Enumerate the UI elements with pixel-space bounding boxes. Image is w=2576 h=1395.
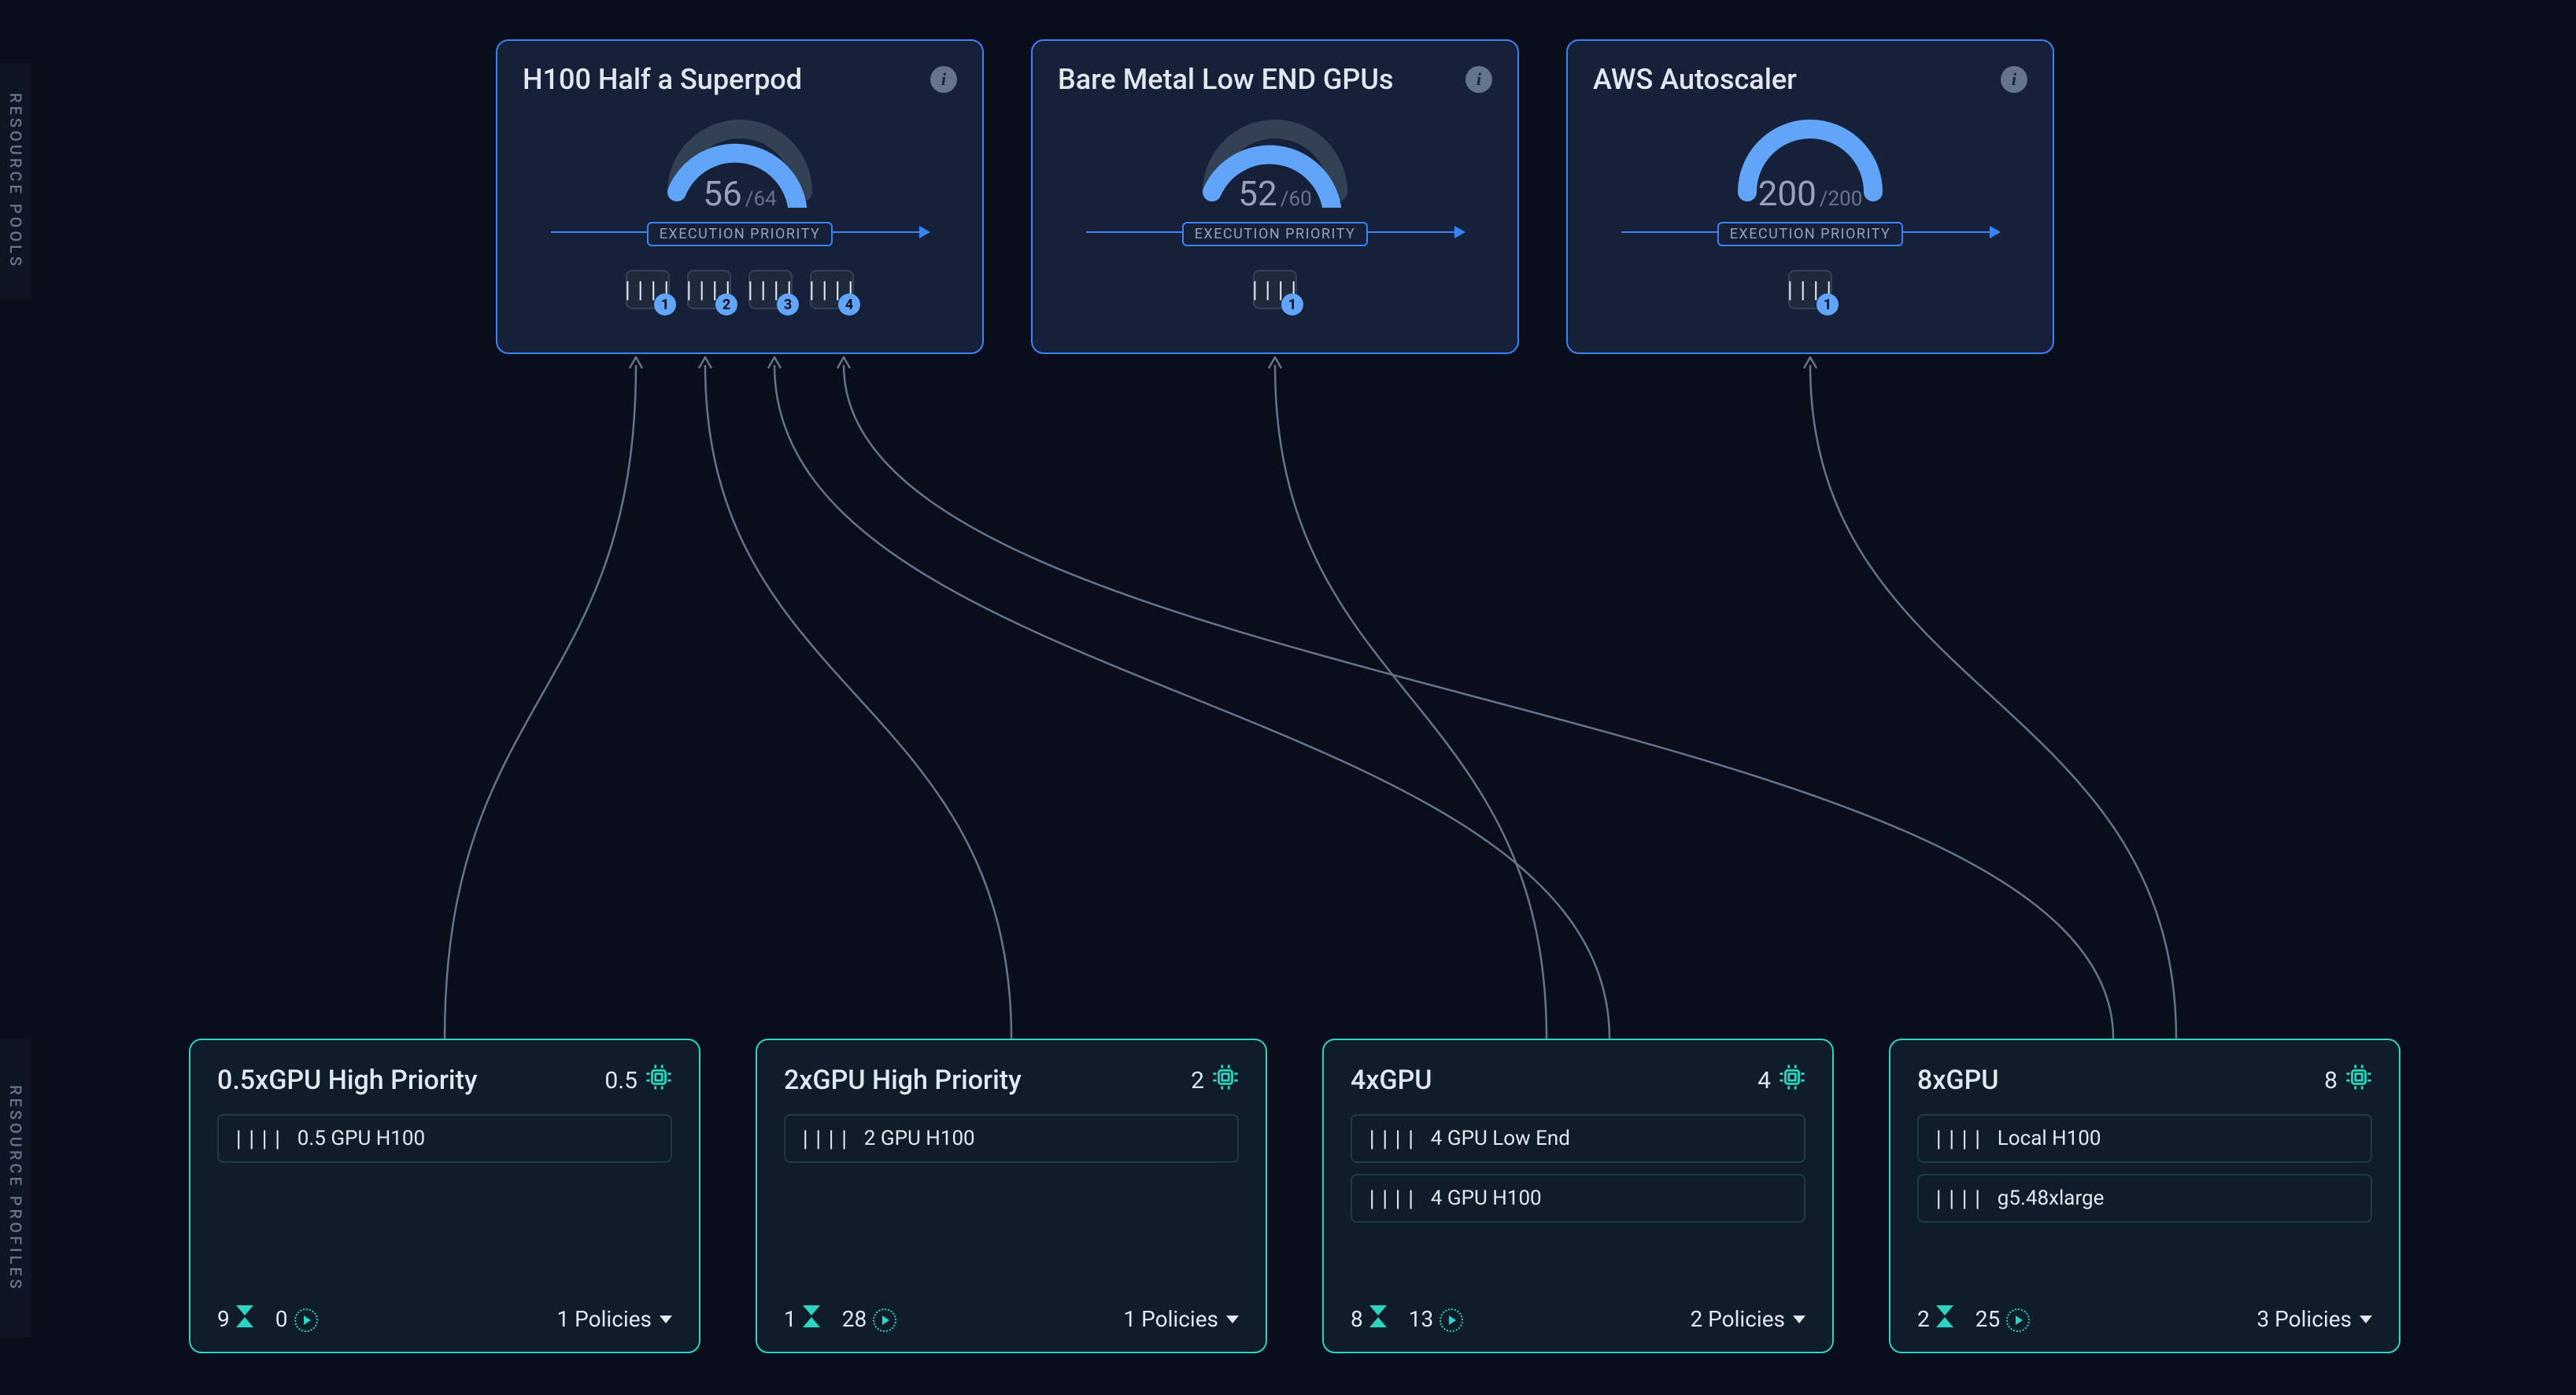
gauge-max: /60 [1281,187,1312,211]
running-stat: 13 [1409,1306,1463,1332]
queue-chip[interactable]: |||| 1 [1253,270,1297,309]
gpu-count-indicator: 4 [1757,1064,1805,1097]
queue-count-badge: 1 [1817,293,1839,316]
queue-chip[interactable]: |||| 3 [748,270,793,309]
config-label: 2 GPU H100 [864,1127,975,1150]
policies-dropdown[interactable]: 1 Policies [1123,1306,1239,1332]
play-dotted-icon [1440,1307,1463,1332]
gpu-count-indicator: 8 [2324,1064,2372,1097]
chip-icon [2345,1064,2372,1097]
gauge-used: 56 [703,173,741,214]
pending-stat: 2 [1917,1305,1953,1333]
pending-stat: 8 [1351,1305,1387,1333]
execution-priority-axis: EXECUTION PRIORITY [1621,231,1999,257]
queue-count-badge: 2 [715,293,737,316]
hourglass-icon [1936,1305,1953,1333]
info-icon[interactable]: i [1465,66,1492,93]
profile-config-item[interactable]: |||| 2 GPU H100 [784,1114,1239,1163]
profile-config-item[interactable]: |||| 4 GPU H100 [1351,1174,1805,1223]
barcode-icon: |||| [233,1127,285,1150]
hourglass-icon [803,1305,820,1333]
play-dotted-icon [873,1307,896,1332]
pending-stat: 1 [784,1305,820,1333]
pool-title: H100 Half a Superpod [523,63,802,96]
chip-icon [1212,1064,1239,1097]
gauge-max: /200 [1820,187,1863,211]
play-dotted-icon [294,1307,318,1332]
policies-dropdown[interactable]: 1 Policies [556,1306,672,1332]
side-label-resource-pools: RESOURCE POOLS [0,63,31,299]
hourglass-icon [236,1305,253,1333]
policies-dropdown[interactable]: 2 Policies [1690,1306,1805,1332]
execution-priority-label: EXECUTION PRIORITY [1182,222,1369,246]
resource-profile-card[interactable]: 4xGPU 4 |||| 4 GPU Low End |||| 4 GPU H1… [1322,1039,1834,1353]
profile-title: 2xGPU High Priority [784,1065,1022,1096]
queue-chip[interactable]: |||| 2 [687,270,731,309]
config-label: 0.5 GPU H100 [298,1127,425,1150]
caret-down-icon [2360,1316,2372,1323]
chip-icon [1779,1064,1805,1097]
profile-config-item[interactable]: |||| 4 GPU Low End [1351,1114,1805,1163]
gauge-max: /64 [745,187,777,211]
resource-pool-card[interactable]: AWS Autoscaler i 200 /200 EXECUTION PRIO… [1566,39,2054,354]
queue-count-badge: 4 [838,293,860,316]
caret-down-icon [1226,1316,1239,1323]
hourglass-icon [1369,1305,1387,1333]
caret-down-icon [660,1316,672,1323]
gauge-used: 200 [1758,173,1817,214]
resource-profile-card[interactable]: 0.5xGPU High Priority 0.5 |||| 0.5 GPU H… [189,1039,700,1353]
gauge-used: 52 [1238,173,1277,214]
resource-profile-card[interactable]: 2xGPU High Priority 2 |||| 2 GPU H100 1 [756,1039,1267,1353]
running-stat: 0 [275,1306,318,1332]
usage-gauge: 56 /64 [523,105,957,214]
queue-count-badge: 1 [654,293,676,316]
resource-pool-card[interactable]: H100 Half a Superpod i 56 /64 EXECUTION … [496,39,984,354]
pool-title: AWS Autoscaler [1593,63,1797,96]
side-label-resource-profiles: RESOURCE PROFILES [0,1039,31,1338]
queue-chip[interactable]: |||| 1 [1788,270,1832,309]
barcode-icon: |||| [1933,1127,1985,1150]
pool-title: Bare Metal Low END GPUs [1058,63,1393,96]
queue-count-badge: 1 [1281,293,1303,316]
resource-profile-card[interactable]: 8xGPU 8 |||| Local H100 |||| g5.48xlarge… [1889,1039,2400,1353]
queue-chip[interactable]: |||| 1 [626,270,670,309]
play-dotted-icon [2006,1307,2030,1332]
chip-icon [645,1064,672,1097]
profile-title: 4xGPU [1351,1065,1432,1096]
usage-gauge: 200 /200 [1593,105,2027,214]
gpu-count-indicator: 2 [1191,1064,1239,1097]
execution-priority-axis: EXECUTION PRIORITY [1086,231,1464,257]
config-label: 4 GPU Low End [1431,1127,1570,1150]
gpu-count-indicator: 0.5 [604,1064,672,1097]
profile-config-item[interactable]: |||| Local H100 [1917,1114,2372,1163]
profile-title: 8xGPU [1917,1065,1999,1096]
profile-config-item[interactable]: |||| g5.48xlarge [1917,1174,2372,1223]
profile-config-item[interactable]: |||| 0.5 GPU H100 [217,1114,672,1163]
queue-chip[interactable]: |||| 4 [810,270,854,309]
execution-priority-label: EXECUTION PRIORITY [1717,222,1904,246]
config-label: Local H100 [1998,1127,2101,1150]
execution-priority-label: EXECUTION PRIORITY [647,222,833,246]
resource-pool-card[interactable]: Bare Metal Low END GPUs i 52 /60 EXECUTI… [1031,39,1519,354]
queue-count-badge: 3 [777,293,799,316]
barcode-icon: |||| [1933,1187,1985,1209]
barcode-icon: |||| [1366,1127,1418,1150]
config-label: g5.48xlarge [1998,1186,2105,1210]
usage-gauge: 52 /60 [1058,105,1492,214]
running-stat: 25 [1975,1306,2030,1332]
info-icon[interactable]: i [930,66,957,93]
caret-down-icon [1793,1316,1805,1323]
info-icon[interactable]: i [2001,66,2027,93]
running-stat: 28 [842,1306,896,1332]
config-label: 4 GPU H100 [1431,1186,1542,1210]
barcode-icon: |||| [1366,1187,1418,1209]
policies-dropdown[interactable]: 3 Policies [2256,1306,2372,1332]
profile-title: 0.5xGPU High Priority [217,1065,478,1096]
barcode-icon: |||| [800,1127,852,1150]
execution-priority-axis: EXECUTION PRIORITY [551,231,929,257]
pending-stat: 9 [217,1305,253,1333]
